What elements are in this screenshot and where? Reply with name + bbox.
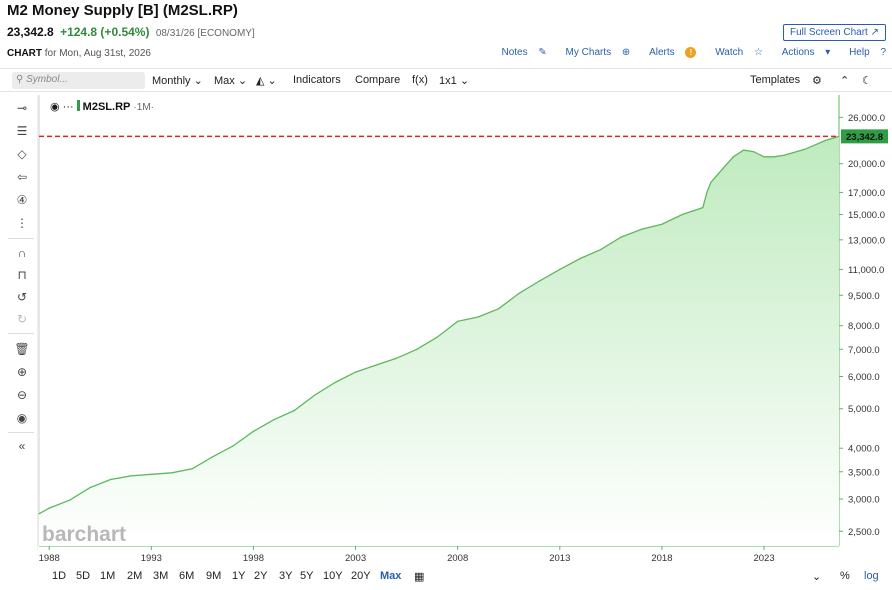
range-3y[interactable]: 3Y: [279, 570, 292, 582]
data-point: [89, 487, 91, 489]
data-point: [293, 409, 295, 412]
range-max[interactable]: Max: [380, 570, 401, 582]
y-tick-label: 7,000.0: [848, 345, 880, 356]
series-color-swatch: [76, 100, 80, 111]
y-tick-label: 26,000.0: [848, 113, 885, 124]
y-tick-label: 3,500.0: [848, 467, 880, 478]
y-tick-label: 4,000.0: [848, 444, 880, 455]
x-tick-label: 2023: [753, 553, 774, 564]
data-point: [477, 316, 479, 318]
range-20y[interactable]: 20Y: [351, 570, 371, 582]
data-point: [497, 308, 500, 310]
data-point: [212, 456, 214, 458]
data-point: [355, 371, 357, 373]
data-point: [538, 280, 541, 282]
data-point: [753, 151, 755, 153]
data-point: [109, 478, 112, 481]
y-tick-label: 15,000.0: [848, 210, 885, 221]
data-point: [824, 139, 826, 142]
range-2m[interactable]: 2M: [127, 570, 142, 582]
data-point: [732, 156, 735, 158]
range-1y[interactable]: 1Y: [232, 570, 245, 582]
range-bar: 1D 5D 1M 2M 3M 6M 9M 1Y 2Y 3Y 5Y 10Y 20Y Max ▦ ⌄% log: [0, 567, 892, 587]
y-tick-label: 6,000.0: [848, 372, 880, 383]
range-1m[interactable]: 1M: [100, 570, 115, 582]
x-tick-label: 1988: [39, 553, 60, 564]
data-point: [171, 472, 173, 474]
data-point: [620, 236, 622, 238]
x-tick-label: 2018: [651, 553, 672, 564]
data-point: [706, 191, 708, 193]
y-tick-label: 9,500.0: [848, 291, 880, 302]
more-options-icon[interactable]: ···: [63, 101, 74, 113]
data-point: [722, 167, 724, 169]
data-point: [838, 135, 840, 137]
data-point: [579, 257, 581, 260]
data-point: [273, 419, 275, 421]
data-point: [457, 320, 459, 322]
data-point: [48, 507, 50, 509]
data-point: [232, 445, 234, 447]
x-tick-label: 1993: [141, 553, 162, 564]
data-point: [804, 148, 806, 150]
data-point: [710, 181, 712, 183]
data-point: [38, 513, 40, 515]
range-5y[interactable]: 5Y: [300, 570, 313, 582]
series-period: ·1M·: [133, 102, 154, 113]
data-point: [314, 394, 316, 396]
data-point: [763, 156, 765, 158]
data-point: [773, 156, 775, 158]
percent-toggle[interactable]: %: [840, 570, 850, 582]
expand-icon[interactable]: ⌄: [812, 570, 821, 583]
y-tick-label: 17,000.0: [848, 188, 885, 199]
calendar-icon[interactable]: ▦: [414, 570, 424, 583]
last-value-label: 23,342.8: [846, 132, 883, 143]
log-toggle[interactable]: log: [864, 570, 879, 582]
chart-canvas[interactable]: barchart 2,500.0 3,000.0 3,500.0 4,000.0 5,00…: [0, 0, 892, 590]
x-tick-label: 2013: [549, 553, 570, 564]
range-3m[interactable]: 3M: [153, 570, 168, 582]
data-point: [783, 154, 786, 156]
data-point: [702, 207, 704, 209]
data-point: [130, 475, 132, 477]
data-point: [69, 499, 71, 501]
y-tick-label: 2,500.0: [848, 527, 880, 538]
data-point: [681, 213, 683, 216]
data-point: [436, 336, 438, 338]
x-tick-label: 2008: [447, 553, 468, 564]
x-tick-label: 1998: [243, 553, 264, 564]
data-point: [600, 249, 602, 251]
data-point: [743, 149, 745, 151]
range-6m[interactable]: 6M: [179, 570, 194, 582]
data-point: [395, 357, 397, 359]
range-5d[interactable]: 5D: [76, 570, 90, 582]
y-tick-label: 11,000.0: [848, 265, 884, 276]
range-9m[interactable]: 9M: [206, 570, 221, 582]
data-point: [375, 364, 377, 366]
data-point: [518, 292, 520, 294]
series-area: [39, 136, 839, 546]
y-tick-label: 5,000.0: [848, 404, 880, 415]
range-1d[interactable]: 1D: [52, 570, 66, 582]
y-tick-label: 13,000.0: [848, 235, 885, 246]
data-point: [334, 381, 336, 384]
y-tick-label: 20,000.0: [848, 159, 885, 170]
data-point: [661, 223, 663, 225]
y-tick-label: 8,000.0: [848, 321, 880, 332]
range-10y[interactable]: 10Y: [323, 570, 343, 582]
data-point: [191, 468, 193, 470]
barchart-watermark: barchart: [42, 523, 126, 546]
data-point: [640, 228, 643, 230]
data-point: [252, 430, 254, 432]
x-tick-label: 2003: [345, 553, 366, 564]
series-symbol: M2SL.RP: [82, 101, 131, 113]
range-2y[interactable]: 2Y: [254, 570, 267, 582]
data-point: [150, 473, 152, 475]
y-tick-label: 3,000.0: [848, 495, 880, 506]
eye-icon[interactable]: ◉: [50, 101, 60, 113]
series-legend: ◉ ··· M2SL.RP ·1M·: [50, 100, 154, 113]
data-point: [416, 348, 418, 350]
data-point: [559, 268, 561, 270]
